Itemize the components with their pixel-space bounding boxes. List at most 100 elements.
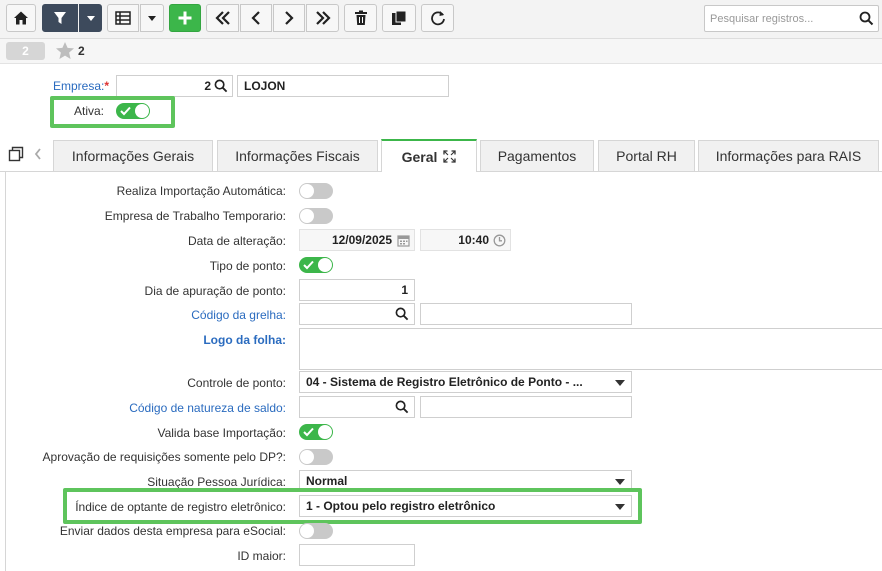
chevron-down-icon [615, 479, 625, 485]
situacao-pj-label: Situação Pessoa Jurídica: [147, 475, 286, 489]
empresa-code-value: 2 [204, 79, 211, 93]
data-alteracao-date-value: 12/09/2025 [331, 233, 392, 247]
importacao-automatica-label: Realiza Importação Automática: [116, 184, 286, 198]
favorites-count: 2 [78, 44, 85, 58]
filter-dropdown-button[interactable] [79, 4, 102, 32]
toggle-knob [318, 425, 332, 439]
indice-optante-label: Índice de optante de registro eletrônico… [75, 500, 286, 514]
toggle-knob [300, 524, 314, 538]
search-input[interactable] [705, 6, 853, 31]
empresa-name-field: LOJON [237, 75, 449, 97]
tab-label: Geral [401, 148, 438, 165]
required-mark: * [104, 79, 110, 93]
toggle-knob [300, 209, 314, 223]
filter-button[interactable] [42, 4, 78, 32]
tab-label: Informações Fiscais [235, 148, 360, 164]
search-icon[interactable] [395, 400, 409, 414]
empresa-code-field[interactable]: 2 [116, 75, 233, 97]
logo-folha-field[interactable] [299, 328, 882, 370]
search-icon[interactable] [859, 11, 874, 26]
importacao-automatica-toggle[interactable] [299, 183, 333, 199]
toggle-knob [300, 450, 314, 464]
toggle-knob [300, 184, 314, 198]
refresh-button[interactable] [421, 4, 454, 32]
search-icon[interactable] [395, 307, 409, 321]
record-bar: 2 2 [0, 39, 882, 64]
valida-base-toggle[interactable] [299, 424, 333, 440]
tab-informacoes-fiscais[interactable]: Informações Fiscais [217, 140, 378, 171]
window-restore-icon[interactable] [8, 146, 24, 162]
delete-button[interactable] [344, 4, 377, 32]
enviar-esocial-label: Enviar dados desta empresa para eSocial: [59, 524, 286, 538]
clock-icon [493, 234, 506, 247]
enviar-esocial-toggle[interactable] [299, 523, 333, 539]
id-maior-field[interactable] [299, 544, 415, 566]
tab-portal-rh[interactable]: Portal RH [598, 140, 695, 171]
last-record-button[interactable] [306, 4, 339, 32]
chevron-left-icon[interactable] [33, 147, 43, 161]
id-maior-label: ID maior: [237, 549, 286, 563]
check-icon [303, 260, 314, 270]
caret-down-icon [86, 16, 95, 21]
view-dropdown-button[interactable] [140, 4, 164, 32]
copy-icon [392, 10, 407, 25]
codigo-grelha-desc-field [420, 303, 632, 325]
tab-pagamentos[interactable]: Pagamentos [480, 140, 594, 171]
logo-folha-label[interactable]: Logo da folha: [203, 333, 286, 347]
copy-button[interactable] [382, 4, 416, 32]
natureza-saldo-code-field[interactable] [299, 396, 415, 418]
add-button[interactable] [169, 4, 201, 32]
tab-label: Informações para RAIS [715, 148, 862, 164]
search-icon[interactable] [214, 79, 228, 93]
codigo-grelha-label[interactable]: Código da grelha: [191, 308, 286, 322]
ativa-highlight [50, 96, 175, 128]
record-badge[interactable]: 2 [6, 42, 45, 60]
expand-icon[interactable] [443, 150, 457, 163]
chevron-down-icon [615, 380, 625, 386]
dia-apuracao-value: 1 [401, 283, 408, 297]
filter-icon [54, 12, 66, 24]
toggle-knob [318, 258, 332, 272]
data-alteracao-time-field: 10:40 [420, 229, 511, 251]
tab-label: Pagamentos [497, 148, 577, 164]
toggle-knob [135, 104, 149, 118]
controle-ponto-value: 04 - Sistema de Registro Eletrônico de P… [306, 375, 583, 389]
aprovacao-dp-label: Aprovação de requisições somente pelo DP… [42, 450, 286, 464]
calendar-icon [397, 235, 410, 247]
first-record-button[interactable] [206, 4, 239, 32]
toolbar [0, 0, 882, 39]
indice-optante-value: 1 - Optou pelo registro eletrônico [306, 499, 496, 513]
codigo-grelha-code-field[interactable] [299, 303, 415, 325]
trabalho-temporario-toggle[interactable] [299, 208, 333, 224]
indice-optante-select[interactable]: 1 - Optou pelo registro eletrônico [299, 495, 632, 517]
valida-base-label: Valida base Importação: [157, 426, 286, 440]
situacao-pj-value: Normal [306, 474, 348, 488]
refresh-icon [430, 11, 445, 26]
dia-apuracao-label: Dia de apuração de ponto: [144, 284, 286, 298]
trabalho-temporario-label: Empresa de Trabalho Temporario: [104, 209, 286, 223]
ativa-toggle[interactable] [116, 103, 150, 119]
tab-label: Informações Gerais [71, 148, 195, 164]
tab-geral[interactable]: Geral [381, 139, 477, 172]
trash-icon [354, 10, 367, 25]
aprovacao-dp-toggle[interactable] [299, 449, 333, 465]
next-record-button[interactable] [273, 4, 305, 32]
chevron-down-icon [615, 504, 625, 510]
home-icon [14, 11, 28, 25]
home-button[interactable] [6, 4, 36, 32]
data-alteracao-time-value: 10:40 [458, 233, 489, 247]
double-chevron-left-icon [214, 11, 230, 25]
dia-apuracao-field[interactable]: 1 [299, 279, 415, 301]
controle-ponto-select[interactable]: 04 - Sistema de Registro Eletrônico de P… [299, 371, 632, 393]
star-icon[interactable] [55, 41, 75, 60]
tab-informacoes-gerais[interactable]: Informações Gerais [53, 140, 213, 171]
check-icon [303, 427, 314, 437]
empresa-name-value: LOJON [244, 79, 286, 93]
tipo-ponto-toggle[interactable] [299, 257, 333, 273]
natureza-saldo-label[interactable]: Código de natureza de saldo: [129, 401, 286, 415]
grid-view-button[interactable] [107, 4, 139, 32]
empresa-label: Empresa:* [53, 79, 109, 93]
previous-record-button[interactable] [240, 4, 272, 32]
empresa-label-text: Empresa: [53, 79, 105, 93]
tab-informacoes-rais[interactable]: Informações para RAIS [698, 140, 879, 171]
